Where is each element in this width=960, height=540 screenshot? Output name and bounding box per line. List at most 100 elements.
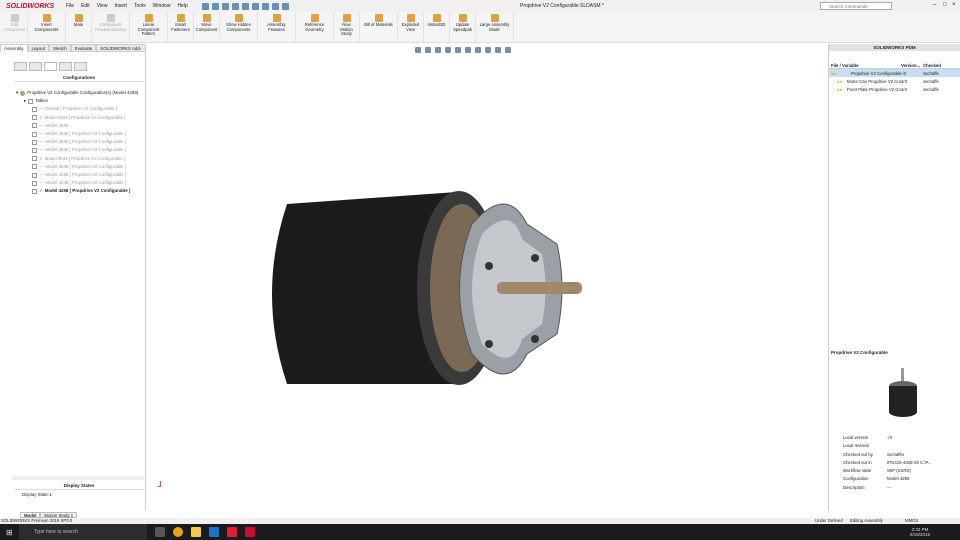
command-label: New Motion Study xyxy=(340,22,353,37)
outlook-icon[interactable] xyxy=(208,527,219,537)
configuration-item[interactable]: — Model 3548 [ Propdrive V2 Configurable … xyxy=(16,163,138,171)
menu-tools[interactable]: Tools xyxy=(134,3,146,9)
configuration-label: Model 2836 [ Propdrive V2 Configurable ] xyxy=(45,131,126,137)
tab-evaluate[interactable]: Evaluate xyxy=(70,44,97,52)
windows-start-icon[interactable]: ⊞ xyxy=(6,528,13,537)
configuration-item[interactable]: — Model 4248 [ Propdrive V2 Configurable … xyxy=(16,179,138,187)
search-commands-input[interactable]: Search Commands xyxy=(820,2,892,10)
tab-assembly[interactable]: Assembly xyxy=(0,44,28,52)
print-icon[interactable] xyxy=(241,2,249,10)
configuration-item[interactable]: — Model 3536 [ Propdrive V2 Configurable … xyxy=(16,146,138,154)
open-icon[interactable] xyxy=(221,2,229,10)
zoom-fit-icon[interactable] xyxy=(415,47,421,53)
column-header[interactable]: Checked xyxy=(923,63,953,68)
command-label: Edit Component xyxy=(3,22,26,32)
tree-root[interactable]: ▾ Propdrive V2 Configurable Configuration… xyxy=(16,89,138,97)
minimize-button[interactable]: – xyxy=(933,2,936,8)
cmd-bill-of-materials[interactable]: Bill of Materials xyxy=(360,12,398,42)
pdm-file-row[interactable]: ●● Motor Can Propdrive V2 Confi...3/3 ssch… xyxy=(829,77,960,85)
menu-view[interactable]: View xyxy=(97,3,108,9)
rebuild-icon[interactable] xyxy=(271,2,279,10)
close-button[interactable]: × xyxy=(952,2,956,8)
cmd-linear-component-pattern[interactable]: Linear Component Pattern xyxy=(130,12,168,42)
horizontal-scrollbar[interactable] xyxy=(12,476,144,480)
command-label: Instant3D xyxy=(427,22,446,27)
new-icon[interactable] xyxy=(211,2,219,10)
cmd-insert-components[interactable]: Insert Components xyxy=(28,12,66,42)
configuration-item[interactable]: — Model 2836 [ Propdrive V2 Configurable … xyxy=(16,130,138,138)
feature-tree-tab[interactable] xyxy=(14,62,27,71)
configuration-item[interactable]: ✓ Model 4258 [ Propdrive V2 Configurable … xyxy=(16,187,138,195)
task-view-icon[interactable] xyxy=(154,527,165,537)
tables-item[interactable]: ▸ Tables xyxy=(16,97,138,105)
configuration-item[interactable]: ✓ Model 2826 [ Propdrive V2 Configurable … xyxy=(16,114,138,122)
cmd-large-assembly-mode[interactable]: Large Assembly Mode xyxy=(476,12,514,42)
view-orientation-icon[interactable] xyxy=(455,47,461,53)
property-value: --- xyxy=(887,484,892,490)
cmd-assembly-features[interactable]: Assembly Features xyxy=(258,12,296,42)
graphics-area[interactable]: ⅃ xyxy=(147,44,828,511)
section-view-icon[interactable] xyxy=(445,47,451,53)
check-icon: ✓ xyxy=(39,155,43,161)
cmd-move-component[interactable]: Move Component xyxy=(194,12,220,42)
pdm-checked: sschaffe xyxy=(923,86,939,92)
cmd-edit-component[interactable]: Edit Component xyxy=(2,12,28,42)
file-explorer-icon[interactable] xyxy=(190,527,201,537)
appearance-icon[interactable] xyxy=(485,47,491,53)
maximize-button[interactable]: □ xyxy=(943,2,947,8)
acrobat-icon[interactable] xyxy=(226,527,237,537)
hide-show-icon[interactable] xyxy=(475,47,481,53)
display-state-item[interactable]: Display State-1 xyxy=(22,492,52,497)
pdm-file-row[interactable]: ●● Propdrive V2 Configurable (...-/3 sscha… xyxy=(829,69,960,77)
cmd-reference-geometry[interactable]: Reference Geometry xyxy=(296,12,334,42)
select-icon[interactable] xyxy=(261,2,269,10)
display-style-icon[interactable] xyxy=(465,47,471,53)
menu-file[interactable]: File xyxy=(66,3,74,9)
chrome-icon[interactable] xyxy=(172,527,183,537)
tab-solidworks-add-ins[interactable]: SOLIDWORKS Add-Ins xyxy=(96,44,146,56)
column-header[interactable]: File / Variable xyxy=(831,63,901,68)
view-settings-icon[interactable] xyxy=(505,47,511,53)
column-header[interactable]: Version... xyxy=(901,63,923,68)
cmd-instant3d[interactable]: Instant3D xyxy=(424,12,450,42)
cmd-mate[interactable]: Mate xyxy=(66,12,92,42)
solidworks-taskbar-icon[interactable] xyxy=(244,527,255,537)
cmd-component-preview-window[interactable]: Component Preview Window xyxy=(92,12,130,42)
configuration-item[interactable]: — Model 4238 [ Propdrive V2 Configurable … xyxy=(16,171,138,179)
tab-layout[interactable]: Layout xyxy=(27,44,50,52)
configuration-item[interactable]: — Model 3530 [ Propdrive V2 Configurable … xyxy=(16,138,138,146)
cmd-show-hidden-components[interactable]: Show Hidden Components xyxy=(220,12,258,42)
dimxpert-tab[interactable] xyxy=(59,62,72,71)
previous-view-icon[interactable] xyxy=(435,47,441,53)
zoom-area-icon[interactable] xyxy=(425,47,431,53)
menu-help[interactable]: Help xyxy=(177,3,187,9)
motor-assembly-model[interactable] xyxy=(257,184,587,404)
menu-insert[interactable]: Insert xyxy=(114,3,127,9)
configuration-tab[interactable] xyxy=(44,62,57,71)
configuration-item[interactable]: — Default [ Propdrive V2 Configurable ] xyxy=(16,105,138,113)
save-icon[interactable] xyxy=(231,2,239,10)
taskbar-search[interactable]: Type here to search xyxy=(18,524,147,540)
dash-icon: — xyxy=(39,106,44,112)
cmd-exploded-view[interactable]: Exploded View xyxy=(398,12,424,42)
configuration-icon xyxy=(32,189,37,195)
menu-edit[interactable]: Edit xyxy=(81,3,90,9)
cmd-smart-fasteners[interactable]: Smart Fasteners xyxy=(168,12,194,42)
scene-icon[interactable] xyxy=(495,47,501,53)
cmd-new-motion-study[interactable]: New Motion Study xyxy=(334,12,360,42)
command-icon xyxy=(202,14,211,22)
property-tab[interactable] xyxy=(29,62,42,71)
cmd-update-speedpak[interactable]: Update Speedpak xyxy=(450,12,476,42)
clock[interactable]: 3:33 PM 8/19/2019 xyxy=(910,527,930,537)
configuration-item[interactable]: ✓ Model 3542 [ Propdrive V2 Configurable … xyxy=(16,155,138,163)
display-tab[interactable] xyxy=(74,62,87,71)
pdm-file-row[interactable]: ●● Front Plate Propdrive V2 Confi...4/4 ss… xyxy=(829,85,960,93)
tab-sketch[interactable]: Sketch xyxy=(49,44,71,52)
menu-bar: File Edit View Insert Tools Window Help xyxy=(66,3,188,9)
menu-window[interactable]: Window xyxy=(153,3,171,9)
solidworks-logo[interactable]: SOLIDWORKS xyxy=(6,3,66,10)
undo-icon[interactable] xyxy=(251,2,259,10)
home-icon[interactable] xyxy=(201,2,209,10)
configuration-item[interactable]: — Model 2830 xyxy=(16,122,138,130)
options-icon[interactable] xyxy=(281,2,289,10)
